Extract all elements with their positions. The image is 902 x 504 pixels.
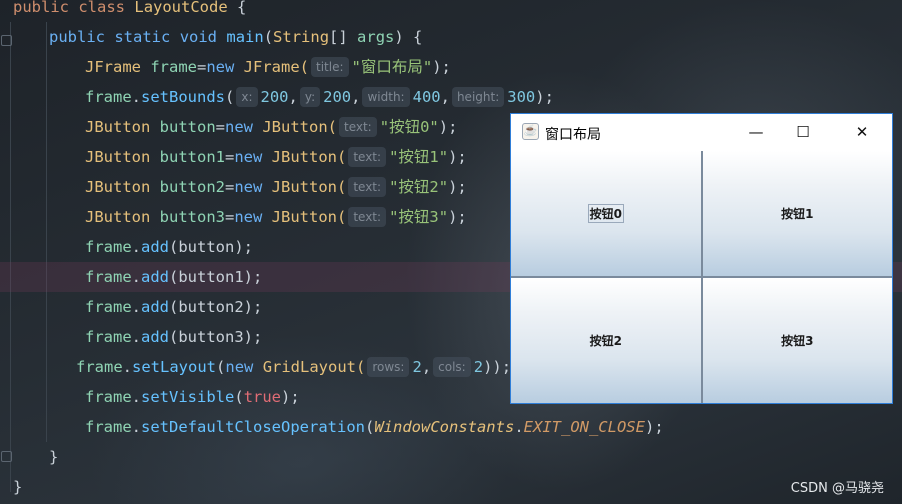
button-0[interactable]: 按钮0 <box>511 151 701 276</box>
param-hint: rows: <box>367 356 410 377</box>
minimize-button[interactable]: — <box>733 114 779 151</box>
code-line-15: frame.setDefaultCloseOperation(WindowCon… <box>85 418 664 436</box>
grid-layout-panel: 按钮0 按钮1 按钮2 按钮3 <box>511 151 892 403</box>
param-hint: x: <box>236 86 258 107</box>
fold-icon[interactable] <box>1 35 12 46</box>
code-line-5: JButton button=new JButton(text: "按钮0"); <box>85 116 458 137</box>
window-title: 窗口布局 <box>545 126 601 142</box>
indent-guide <box>10 22 11 492</box>
code-line-12: frame.add(button3); <box>85 328 263 346</box>
code-line-6: JButton button1=new JButton(text: "按钮1"); <box>85 146 467 167</box>
param-hint: height: <box>451 86 505 107</box>
code-line-9: frame.add(button); <box>85 238 254 256</box>
indent-guide <box>46 22 47 442</box>
code-line-3: JFrame frame=new JFrame(title: "窗口布局"); <box>85 56 451 77</box>
button-3-label: 按钮3 <box>781 334 814 348</box>
fold-icon[interactable] <box>1 451 12 462</box>
button-2-label: 按钮2 <box>589 334 622 348</box>
code-line-10: frame.add(button1); <box>85 268 263 286</box>
param-hint: text: <box>348 176 387 197</box>
close-button[interactable]: ✕ <box>839 114 885 151</box>
param-hint: text: <box>339 116 377 137</box>
java-window[interactable]: ☕ 窗口布局 — ☐ ✕ 按钮0 按钮1 按钮2 按钮3 <box>510 113 893 404</box>
code-line-14: frame.setVisible(true); <box>85 388 300 406</box>
code-line-13: frame.setLayout(new GridLayout(rows: 2, co… <box>76 356 512 377</box>
code-line-8: JButton button3=new JButton(text: "按钮3"); <box>85 206 467 227</box>
button-0-label: 按钮0 <box>587 204 624 223</box>
maximize-button[interactable]: ☐ <box>780 114 826 151</box>
watermark: CSDN @马骁尧 <box>790 481 884 496</box>
button-3[interactable]: 按钮3 <box>702 278 892 403</box>
param-hint: cols: <box>433 356 471 377</box>
button-1-label: 按钮1 <box>781 207 814 221</box>
button-2[interactable]: 按钮2 <box>511 278 701 403</box>
param-hint: text: <box>348 206 387 227</box>
window-titlebar[interactable]: ☕ 窗口布局 — ☐ ✕ <box>511 114 892 151</box>
code-line-16: } <box>49 448 59 466</box>
param-hint: width: <box>362 86 410 107</box>
code-line-11: frame.add(button2); <box>85 298 263 316</box>
code-line-4: frame.setBounds(x: 200, y: 200, width: 400, he… <box>85 86 554 107</box>
code-line-1: public class LayoutCode { <box>13 0 247 16</box>
param-hint: y: <box>299 86 321 107</box>
java-icon: ☕ <box>522 123 539 140</box>
code-line-7: JButton button2=new JButton(text: "按钮2"); <box>85 176 467 197</box>
param-hint: text: <box>348 146 387 167</box>
param-hint: title: <box>311 56 349 77</box>
button-1[interactable]: 按钮1 <box>702 151 892 276</box>
code-line-17: } <box>13 478 23 496</box>
code-line-2: public static void main(String[] args) { <box>49 28 423 46</box>
